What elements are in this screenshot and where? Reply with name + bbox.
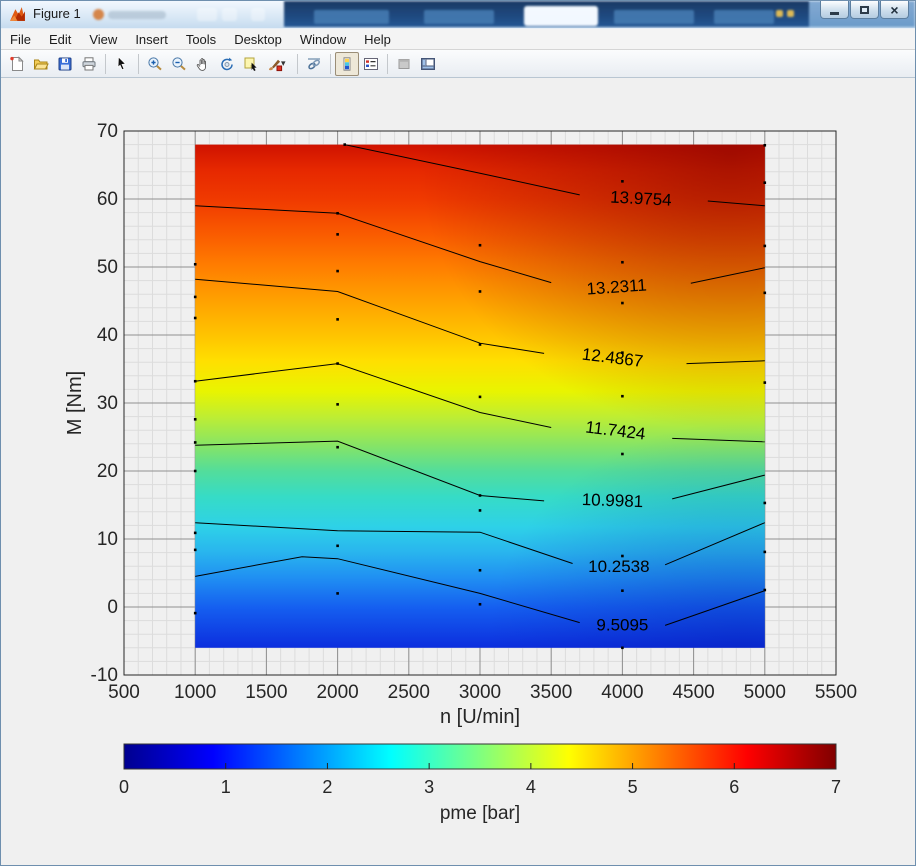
hide-plot-tools-icon	[396, 56, 412, 72]
ghost-blob	[197, 8, 217, 21]
y-tick-label: -10	[91, 665, 118, 686]
menu-edit[interactable]: Edit	[40, 31, 80, 48]
hide-plot-tools-button[interactable]	[392, 52, 416, 76]
colorbar-tick-label: 3	[424, 777, 434, 797]
window-controls: ×	[820, 1, 909, 19]
y-tick-label: 30	[97, 393, 118, 414]
y-tick-label: 60	[97, 189, 118, 210]
ghost-blob	[251, 8, 265, 21]
link-plot-icon	[306, 56, 322, 72]
toolbar-separator	[330, 54, 331, 74]
ghost-document-icon	[93, 9, 104, 20]
rotate-3d-icon	[219, 56, 235, 72]
x-tick-label: 1000	[174, 682, 216, 703]
window-title: Figure 1	[33, 6, 81, 21]
ghost-document-title	[108, 11, 166, 19]
zoom-in-icon	[147, 56, 163, 72]
edit-plot-cursor-icon	[114, 56, 130, 72]
contour-label: 9.5095	[596, 616, 648, 635]
show-plot-tools-icon	[420, 56, 436, 72]
insert-colorbar-icon	[339, 56, 355, 72]
insert-colorbar-button[interactable]	[335, 52, 359, 76]
contour-label: 13.9754	[610, 188, 672, 210]
maximize-button[interactable]	[850, 1, 879, 19]
toolbar-separator	[297, 54, 298, 74]
background-window-ghost	[1, 1, 915, 28]
data-cursor-icon	[243, 56, 259, 72]
y-tick-label: 70	[97, 121, 118, 142]
x-tick-label: 4500	[672, 682, 714, 703]
contour-label: 10.2538	[588, 557, 649, 576]
insert-legend-button[interactable]	[359, 52, 383, 76]
toolbar-separator	[105, 54, 106, 74]
rotate-3d-button[interactable]	[215, 52, 239, 76]
menu-window[interactable]: Window	[291, 31, 355, 48]
brush-dropdown-caret[interactable]: ▾	[281, 58, 289, 69]
menu-view[interactable]: View	[80, 31, 126, 48]
link-plot-button[interactable]	[302, 52, 326, 76]
colorbar-tick-label: 6	[729, 777, 739, 797]
x-tick-label: 5500	[815, 682, 857, 703]
x-tick-label: 2500	[388, 682, 430, 703]
figure-toolbar: ▾	[1, 49, 915, 78]
print-figure-button[interactable]	[77, 52, 101, 76]
y-tick-label: 50	[97, 257, 118, 278]
open-file-button[interactable]	[29, 52, 53, 76]
colorbar-tick-label: 1	[221, 777, 231, 797]
colorbar-tick-label: 7	[831, 777, 841, 797]
menu-insert[interactable]: Insert	[126, 31, 177, 48]
figure-window: Figure 1 × File Edit View Insert Tools D…	[0, 0, 916, 866]
x-tick-label: 1500	[245, 682, 287, 703]
minimize-button[interactable]	[820, 1, 849, 19]
zoom-in-button[interactable]	[143, 52, 167, 76]
save-figure-button[interactable]	[53, 52, 77, 76]
zoom-out-button[interactable]	[167, 52, 191, 76]
show-plot-tools-button[interactable]	[416, 52, 440, 76]
colorbar-tick-label: 4	[526, 777, 536, 797]
save-figure-icon	[57, 56, 73, 72]
y-axis-label: M [Nm]	[64, 371, 86, 435]
insert-legend-icon	[363, 56, 379, 72]
figure-canvas: 13.975413.231112.486711.742410.998110.25…	[1, 78, 916, 866]
new-figure-icon	[9, 56, 25, 72]
contour-plot: 13.975413.231112.486711.742410.998110.25…	[1, 78, 916, 866]
pan-hand-button[interactable]	[191, 52, 215, 76]
menu-file[interactable]: File	[1, 31, 40, 48]
y-tick-label: 20	[97, 461, 118, 482]
pan-hand-icon	[195, 56, 211, 72]
data-cursor-button[interactable]	[239, 52, 263, 76]
colorbar-tick-label: 5	[628, 777, 638, 797]
x-tick-label: 4000	[601, 682, 643, 703]
print-figure-icon	[81, 56, 97, 72]
titlebar: Figure 1 ×	[1, 1, 915, 28]
ghost-blob	[222, 8, 237, 21]
menu-tools[interactable]: Tools	[177, 31, 225, 48]
brush-data-button[interactable]: ▾	[263, 52, 293, 76]
toolbar-separator	[138, 54, 139, 74]
toolbar-separator	[387, 54, 388, 74]
open-file-icon	[33, 56, 49, 72]
zoom-out-icon	[171, 56, 187, 72]
colorbar-tick-label: 2	[322, 777, 332, 797]
x-tick-label: 3000	[459, 682, 501, 703]
x-tick-label: 3500	[530, 682, 572, 703]
colorbar-tick-label: 0	[119, 777, 129, 797]
contour-label: 10.9981	[581, 490, 643, 511]
new-figure-button[interactable]	[5, 52, 29, 76]
x-tick-label: 2000	[316, 682, 358, 703]
menu-bar: File Edit View Insert Tools Desktop Wind…	[1, 28, 915, 49]
x-tick-label: 5000	[744, 682, 786, 703]
edit-plot-cursor-button[interactable]	[110, 52, 134, 76]
y-tick-label: 0	[107, 597, 118, 618]
matlab-figure-icon	[9, 6, 26, 23]
close-button[interactable]: ×	[880, 1, 909, 19]
y-tick-label: 10	[97, 529, 118, 550]
colorbar-label: pme [bar]	[440, 803, 520, 824]
y-tick-label: 40	[97, 325, 118, 346]
menu-help[interactable]: Help	[355, 31, 400, 48]
colorbar	[124, 744, 836, 769]
menu-desktop[interactable]: Desktop	[225, 31, 291, 48]
x-axis-label: n [U/min]	[440, 706, 520, 728]
